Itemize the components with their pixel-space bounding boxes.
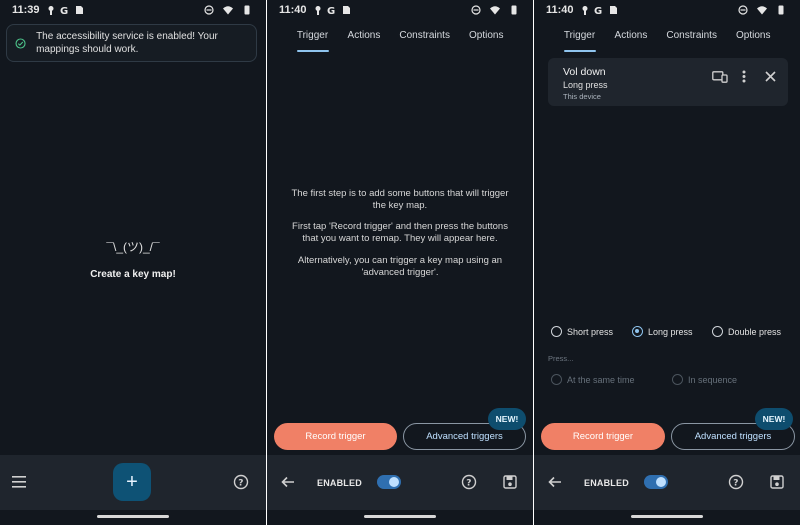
tab-constraints[interactable]: Constraints xyxy=(666,22,717,52)
svg-text:?: ? xyxy=(733,479,738,489)
toggle-knob xyxy=(389,477,399,487)
gesture-nav-handle[interactable] xyxy=(97,515,169,518)
status-time: 11:40 xyxy=(279,4,307,16)
radio-same-time: At the same time xyxy=(551,374,635,385)
radio-same-time-indicator xyxy=(551,374,562,385)
accessibility-banner: The accessibility service is enabled! Yo… xyxy=(6,24,257,62)
google-icon: G xyxy=(327,6,335,15)
enabled-toggle[interactable] xyxy=(377,475,401,489)
empty-title: Create a key map! xyxy=(90,269,176,280)
svg-text:?: ? xyxy=(238,479,243,489)
wifi-icon xyxy=(223,6,233,15)
help-icon[interactable]: ? xyxy=(728,474,744,490)
record-trigger-button[interactable]: Record trigger xyxy=(541,423,665,450)
svg-text:G: G xyxy=(594,6,602,15)
info-advanced: Alternatively, you can trigger a key map… xyxy=(297,255,503,278)
empty-shrug: ¯\_(ツ)_/¯ xyxy=(106,240,160,254)
svg-text:G: G xyxy=(60,6,68,15)
back-arrow-icon[interactable] xyxy=(281,476,295,488)
banner-message: The accessibility service is enabled! Yo… xyxy=(36,31,218,55)
record-trigger-button[interactable]: Record trigger xyxy=(274,423,397,450)
radio-long-press[interactable]: Long press xyxy=(632,326,693,337)
status-bar: 11:39 G xyxy=(0,0,266,20)
trigger-key-device: This device xyxy=(563,92,601,101)
battery-icon xyxy=(511,5,517,15)
google-icon: G xyxy=(60,6,68,15)
radio-same-time-label: At the same time xyxy=(567,374,635,385)
trigger-key-type: Long press xyxy=(563,80,608,90)
gesture-nav-handle[interactable] xyxy=(631,515,703,518)
toggle-knob xyxy=(656,477,666,487)
battery-icon xyxy=(778,5,784,15)
svg-text:?: ? xyxy=(466,479,471,489)
radio-long-press-indicator[interactable] xyxy=(632,326,643,337)
close-icon[interactable] xyxy=(765,71,776,82)
screen-trigger-configured: 11:40 G Trigger Actions Constraints Opti… xyxy=(534,0,800,525)
tab-trigger[interactable]: Trigger xyxy=(563,22,596,52)
help-icon[interactable]: ? xyxy=(461,474,477,490)
tab-actions[interactable]: Actions xyxy=(348,22,381,52)
new-badge: NEW! xyxy=(488,408,526,430)
more-options-icon[interactable] xyxy=(742,70,746,83)
menu-icon[interactable] xyxy=(12,476,26,488)
device-select-icon[interactable] xyxy=(712,71,728,83)
empty-state: ¯\_(ツ)_/¯ Create a key map! xyxy=(0,238,266,280)
bottom-app-bar: + ? xyxy=(0,455,266,510)
notification-keyhole-icon xyxy=(582,6,588,15)
wifi-icon xyxy=(757,6,767,15)
radio-long-press-label: Long press xyxy=(648,326,693,337)
help-icon[interactable]: ? xyxy=(233,474,249,490)
status-bar: 11:40 G xyxy=(267,0,533,20)
svg-text:G: G xyxy=(327,6,335,15)
radio-double-press[interactable]: Double press xyxy=(712,326,781,337)
radio-short-press[interactable]: Short press xyxy=(551,326,613,337)
battery-icon xyxy=(244,5,250,15)
info-step-two: First tap 'Record trigger' and then pres… xyxy=(292,221,508,244)
new-badge: NEW! xyxy=(755,408,793,430)
radio-short-press-label: Short press xyxy=(567,326,614,337)
tab-constraints[interactable]: Constraints xyxy=(399,22,450,52)
radio-double-press-label: Double press xyxy=(728,326,782,337)
google-icon: G xyxy=(594,6,602,15)
sd-card-icon xyxy=(609,6,617,14)
radio-double-press-indicator[interactable] xyxy=(712,326,723,337)
radio-in-sequence: In sequence xyxy=(672,374,737,385)
status-bar: 11:40 G xyxy=(534,0,800,20)
tab-bar: Trigger Actions Constraints Options xyxy=(267,22,533,52)
status-time: 11:40 xyxy=(546,4,574,16)
radio-short-press-indicator[interactable] xyxy=(551,326,562,337)
save-icon[interactable] xyxy=(503,475,517,489)
press-section-label: Press... xyxy=(548,354,574,363)
status-time: 11:39 xyxy=(12,4,40,16)
do-not-disturb-icon xyxy=(738,5,748,15)
do-not-disturb-icon xyxy=(471,5,481,15)
tab-actions[interactable]: Actions xyxy=(615,22,648,52)
notification-keyhole-icon xyxy=(48,6,54,15)
back-arrow-icon[interactable] xyxy=(548,476,562,488)
check-circle-icon xyxy=(15,37,26,49)
tab-options[interactable]: Options xyxy=(469,22,503,52)
wifi-icon xyxy=(490,6,500,15)
radio-in-sequence-indicator xyxy=(672,374,683,385)
screen-trigger-empty: 11:40 G Trigger Actions Constraints Opti… xyxy=(267,0,533,525)
tab-trigger[interactable]: Trigger xyxy=(296,22,329,52)
trigger-key-name: Vol down xyxy=(563,66,606,78)
radio-in-sequence-label: In sequence xyxy=(688,374,738,385)
screen-home: 11:39 G The accessibility service is ena… xyxy=(0,0,266,525)
tab-bar: Trigger Actions Constraints Options xyxy=(534,22,800,52)
enabled-label: ENABLED xyxy=(317,478,362,488)
trigger-key-card[interactable]: Vol down Long press This device xyxy=(548,58,788,106)
tab-options[interactable]: Options xyxy=(736,22,770,52)
do-not-disturb-icon xyxy=(204,5,214,15)
save-icon[interactable] xyxy=(770,475,784,489)
gesture-nav-handle[interactable] xyxy=(364,515,436,518)
enabled-label: ENABLED xyxy=(584,478,629,488)
sd-card-icon xyxy=(75,6,83,14)
sd-card-icon xyxy=(342,6,350,14)
info-step-one: The first step is to add some buttons th… xyxy=(291,188,509,211)
notification-keyhole-icon xyxy=(315,6,321,15)
add-keymap-button[interactable]: + xyxy=(113,463,151,501)
enabled-toggle[interactable] xyxy=(644,475,668,489)
